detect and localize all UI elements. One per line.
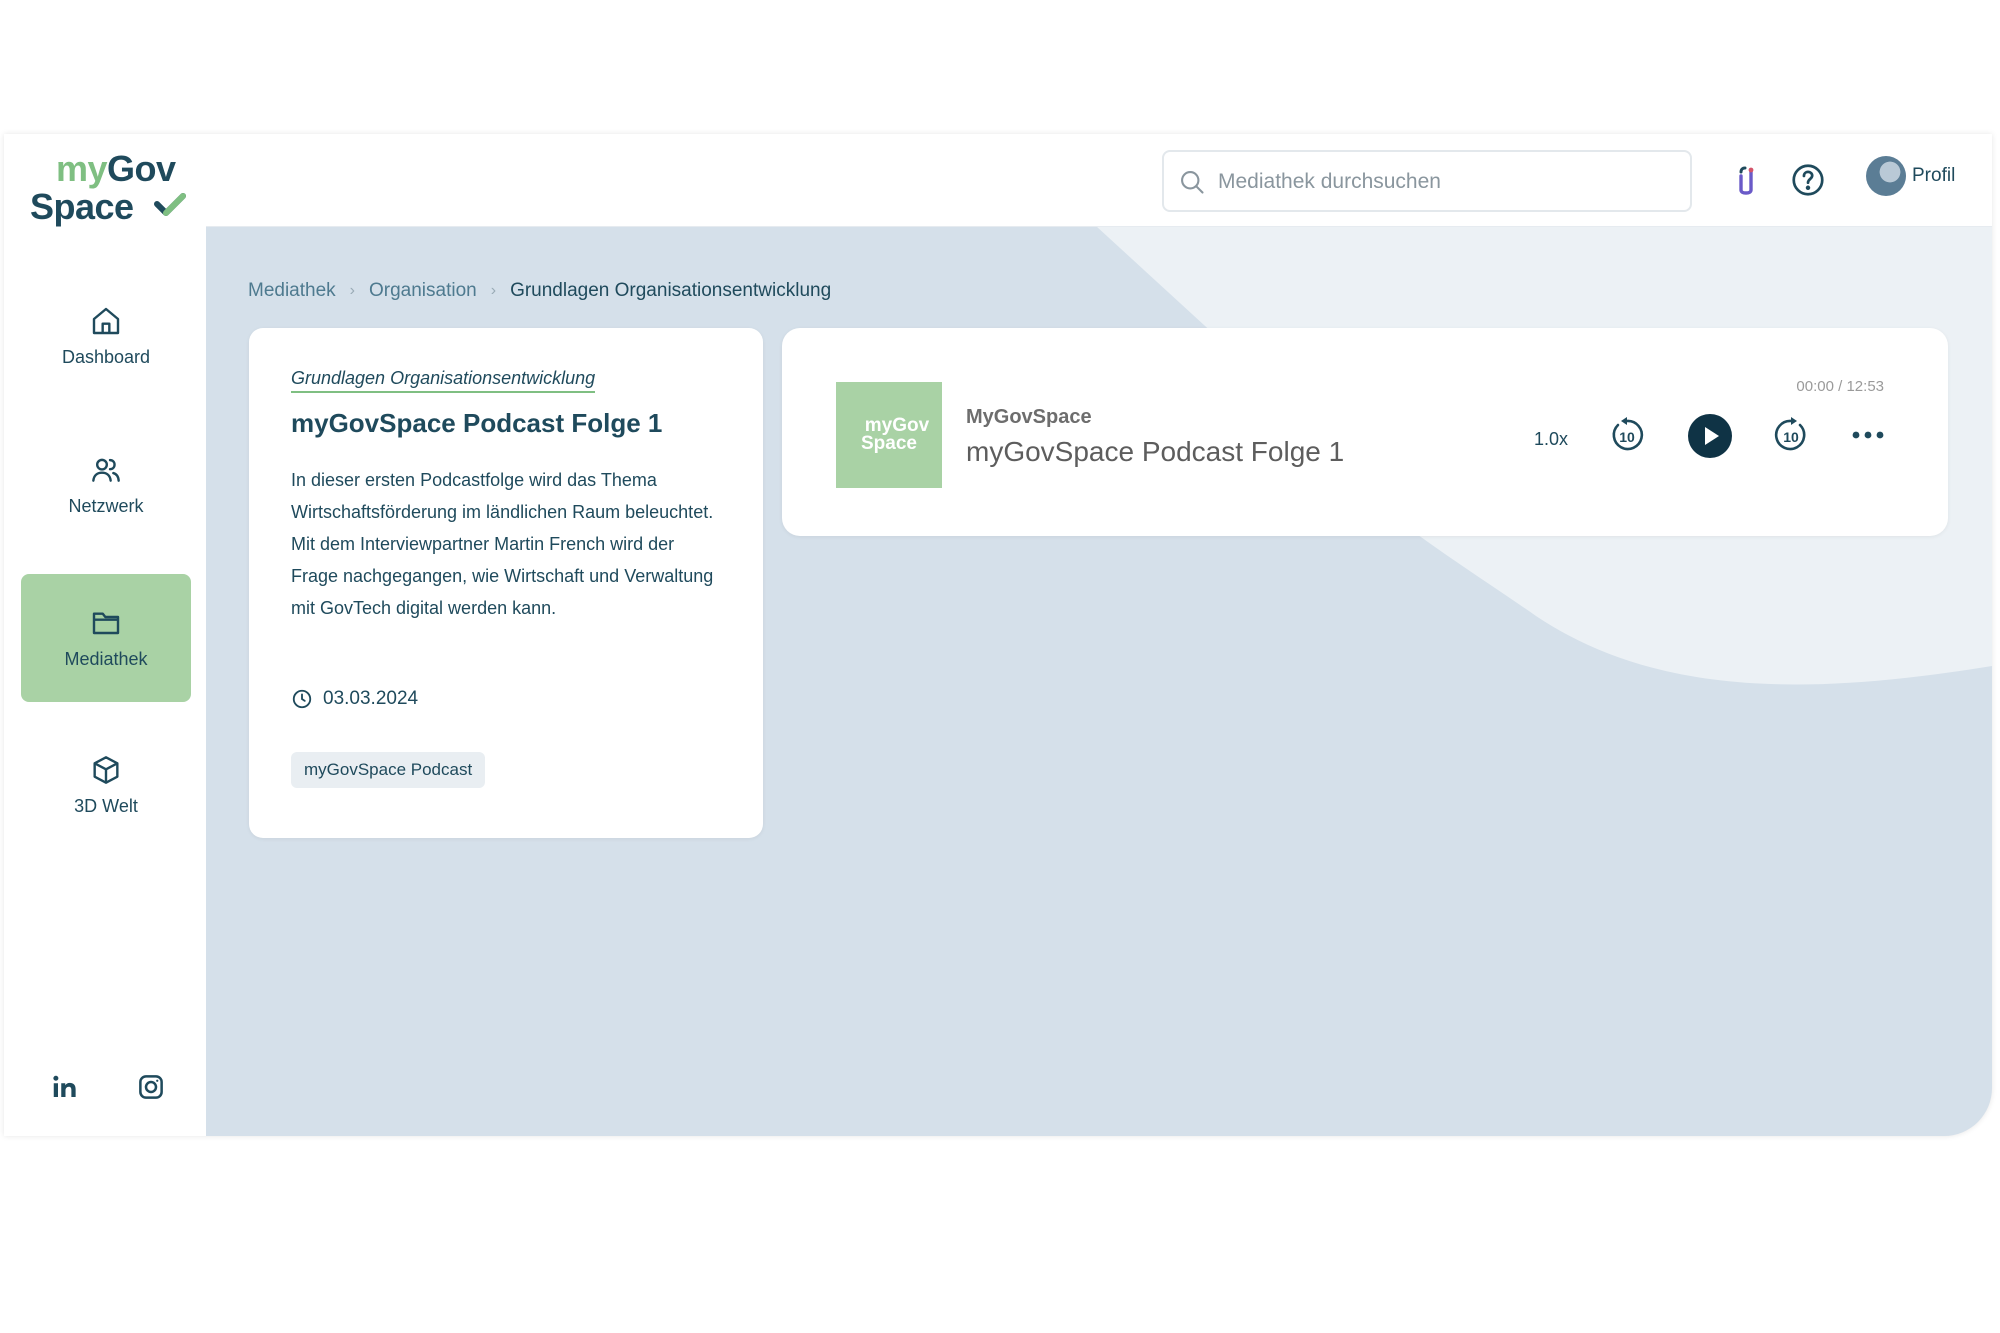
player-publisher: MyGovSpace (966, 406, 1092, 428)
rewind-10-icon[interactable]: 10 (1608, 416, 1646, 454)
breadcrumb-item-organisation[interactable]: Organisation (369, 280, 477, 302)
instagram-icon[interactable] (136, 1072, 166, 1102)
folder-icon (92, 611, 120, 634)
help-icon[interactable] (1790, 162, 1826, 198)
audio-player: myGov Space MyGovSpace myGovSpace Podcas… (782, 328, 1948, 536)
player-episode-title: myGovSpace Podcast Folge 1 (966, 436, 1345, 467)
cube-icon (93, 755, 119, 784)
podcast-cover: myGov Space (836, 382, 942, 488)
profile-label: Profil (1912, 165, 1956, 186)
episode-tag[interactable]: myGovSpace Podcast (291, 752, 486, 788)
users-icon (92, 458, 120, 482)
mygovspace-logo[interactable]: myGov Space (30, 148, 190, 232)
logo-check-icon (154, 193, 186, 216)
sidebar-item-dashboard[interactable]: Dashboard (21, 272, 191, 400)
chevron-right-icon: › (349, 282, 355, 299)
avatar (1866, 156, 1906, 196)
search-icon (1181, 171, 1204, 194)
sidebar-item-netzwerk[interactable]: Netzwerk (21, 421, 191, 549)
logo-my: my (56, 148, 108, 189)
notification-app-icon[interactable] (1728, 162, 1764, 198)
chevron-right-icon: › (490, 282, 497, 299)
episode-title: myGovSpace Podcast Folge 1 (291, 408, 663, 438)
episode-date-text: 03.03.2024 (323, 688, 419, 709)
sidebar-item-label: Netzwerk (68, 495, 144, 516)
profile-menu[interactable]: Profil (1866, 156, 1955, 196)
episode-description: In dieser ersten Podcastfolge wird das T… (291, 470, 714, 618)
episode-category-link[interactable]: Grundlagen Organisationsentwicklung (291, 368, 596, 393)
forward-10-icon[interactable]: 10 (1772, 416, 1810, 454)
logo-gov: Gov (107, 148, 176, 189)
playback-speed-button[interactable]: 1.0x (1534, 429, 1568, 450)
sidebar-item-mediathek[interactable]: Mediathek (21, 574, 191, 702)
sidebar-item-label: Mediathek (64, 648, 148, 669)
forward-seconds: 10 (1783, 429, 1799, 445)
home-icon (92, 307, 120, 334)
breadcrumb-item-current: Grundlagen Organisationsentwicklung (510, 280, 832, 301)
sidebar: myGov Space Dashboard Netzwerk Mediathek… (4, 134, 206, 1136)
search-box[interactable] (1162, 150, 1692, 212)
episode-date: 03.03.2024 (291, 688, 418, 710)
cover-line2: Space (861, 433, 917, 454)
sidebar-item-label: 3D Welt (74, 795, 138, 816)
breadcrumb-item-mediathek[interactable]: Mediathek (248, 280, 336, 302)
app-window: myGov Space Dashboard Netzwerk Mediathek… (4, 134, 1992, 1136)
play-button[interactable] (1688, 414, 1732, 458)
logo-space: Space (30, 186, 134, 227)
breadcrumb: Mediathek › Organisation › Grundlagen Or… (248, 280, 831, 302)
search-input[interactable] (1216, 164, 1670, 200)
clock-icon (292, 689, 312, 709)
top-bar: Profil (206, 134, 1992, 227)
linkedin-icon[interactable] (50, 1072, 80, 1102)
episode-info-card: Grundlagen Organisationsentwicklung myGo… (249, 328, 763, 838)
sidebar-item-3d-welt[interactable]: 3D Welt (21, 721, 191, 849)
player-time: 00:00 / 12:53 (1796, 378, 1884, 395)
rewind-seconds: 10 (1619, 429, 1635, 445)
more-options-icon[interactable] (1848, 416, 1888, 454)
sidebar-item-label: Dashboard (61, 346, 151, 367)
